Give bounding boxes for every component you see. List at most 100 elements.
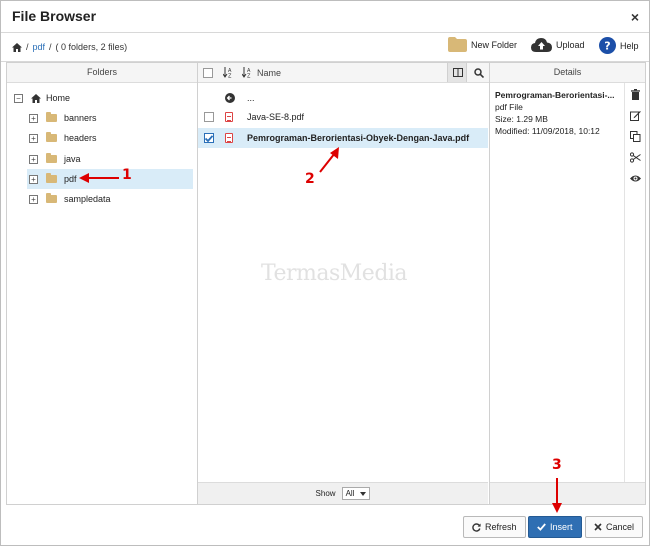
file-checkbox-checked[interactable] [204,133,214,143]
annotation-number-3: 3 [552,457,562,473]
checkmark-icon [205,134,213,142]
close-icon[interactable]: × [631,9,639,25]
trash-icon[interactable] [630,89,641,100]
tree-root-label: Home [46,93,71,103]
title-bar: File Browser × [1,1,649,33]
expand-icon[interactable]: + [29,174,38,184]
svg-text:Z: Z [228,74,232,79]
search-icon[interactable] [474,68,484,78]
toolbar: / pdf / ( 0 folders, 2 files) New Folder… [1,34,649,62]
refresh-button[interactable]: Refresh [463,516,526,538]
details-file-modified: Modified: 11/09/2018, 10:12 [495,126,600,136]
breadcrumb-link-pdf[interactable]: pdf [33,42,46,52]
button-bar: Refresh Insert Cancel [1,505,649,545]
upload-label: Upload [556,39,585,50]
show-filter-select[interactable]: All [341,487,371,500]
insert-label: Insert [550,522,573,532]
help-icon: ? [599,37,616,54]
details-file-type: pdf File [495,102,523,112]
file-name: Java-SE-8.pdf [247,112,305,122]
refresh-label: Refresh [485,522,517,532]
file-row[interactable]: Java-SE-8.pdf [198,107,488,127]
columns-icon [453,68,463,77]
pdf-file-icon [225,112,233,122]
home-icon [31,93,41,103]
chevron-down-icon [360,491,367,496]
svg-text:?: ? [604,40,610,53]
upload-button[interactable]: Upload [531,37,585,52]
folder-icon [46,112,57,122]
folder-icon [46,173,57,183]
folder-icon [448,37,467,52]
pdf-file-icon [225,133,233,143]
details-info: Pemrograman-Berorientasi-... pdf File Si… [495,89,623,137]
eye-icon[interactable] [630,173,641,184]
insert-button[interactable]: Insert [528,516,582,538]
tree-item-label: banners [64,113,97,123]
folder-icon [46,193,57,203]
dialog-title: File Browser [12,8,97,24]
help-button[interactable]: ? Help [599,37,639,54]
breadcrumb-separator: / [26,42,29,52]
breadcrumb-info: ( 0 folders, 2 files) [55,42,128,52]
expand-icon[interactable]: + [29,133,38,143]
cloud-upload-icon [531,38,552,52]
collapse-icon[interactable]: − [14,93,23,103]
tree-item-pdf[interactable]: + pdf [27,169,193,189]
parent-folder-label: ... [247,93,255,103]
details-actions [624,83,645,482]
home-icon[interactable] [12,42,22,52]
tree-item-sampledata[interactable]: + sampledata [7,189,198,209]
tree-root-home[interactable]: − Home [7,88,198,108]
copy-icon[interactable] [630,131,641,142]
tree-item-label: java [64,154,81,164]
show-filter-value: All [345,489,355,498]
sort-type-icon[interactable]: AZ [223,67,234,78]
new-folder-label: New Folder [471,39,518,50]
edit-icon[interactable] [630,110,641,121]
files-header: AZ AZ Name [198,63,489,83]
folders-header: Folders [7,63,197,83]
cancel-button[interactable]: Cancel [585,516,644,538]
details-header: Details [490,63,645,83]
tree-item-label: pdf [64,174,77,184]
details-pane: Details Pemrograman-Berorientasi-... pdf… [490,63,645,504]
svg-text:Z: Z [247,74,251,79]
watermark-text: TermasMedia [261,261,408,286]
file-checkbox[interactable] [204,112,214,122]
breadcrumb-separator: / [49,42,52,52]
new-folder-button[interactable]: New Folder [448,37,517,52]
files-footer: Show All [198,482,488,504]
tree-item-headers[interactable]: + headers [7,128,198,148]
breadcrumb: / pdf / ( 0 folders, 2 files) [12,42,127,52]
back-arrow-icon [225,93,235,103]
name-column-header[interactable]: Name [257,68,281,78]
help-label: Help [620,40,639,51]
details-file-size: Size: 1.29 MB [495,114,548,124]
checkmark-icon [537,523,546,531]
folder-icon [46,132,57,142]
view-toggle-button[interactable] [447,63,467,82]
cut-icon[interactable] [630,152,641,163]
annotation-number-2: 2 [305,171,315,187]
file-browser-dialog: File Browser × / pdf / ( 0 folders, 2 fi… [0,0,650,546]
expand-icon[interactable]: + [29,154,38,164]
tree-item-java[interactable]: + java [7,149,198,169]
annotation-number-1: 1 [122,167,132,183]
select-all-checkbox[interactable] [203,68,213,78]
details-footer [490,482,645,504]
expand-icon[interactable]: + [29,194,38,204]
show-label: Show [315,489,336,498]
parent-folder-row[interactable]: ... [198,88,488,108]
refresh-icon [472,522,481,532]
tree-item-label: headers [64,133,97,143]
expand-icon[interactable]: + [29,113,38,123]
tree-item-label: sampledata [64,194,111,204]
file-name: Pemrograman-Berorientasi-Obyek-Dengan-Ja… [247,133,470,143]
cancel-label: Cancel [606,522,635,532]
details-file-name: Pemrograman-Berorientasi-... [495,90,615,100]
file-row-selected[interactable]: Pemrograman-Berorientasi-Obyek-Dengan-Ja… [198,128,488,148]
sort-name-icon[interactable]: AZ [242,67,253,78]
folder-icon [46,153,57,163]
tree-item-banners[interactable]: + banners [7,108,198,128]
